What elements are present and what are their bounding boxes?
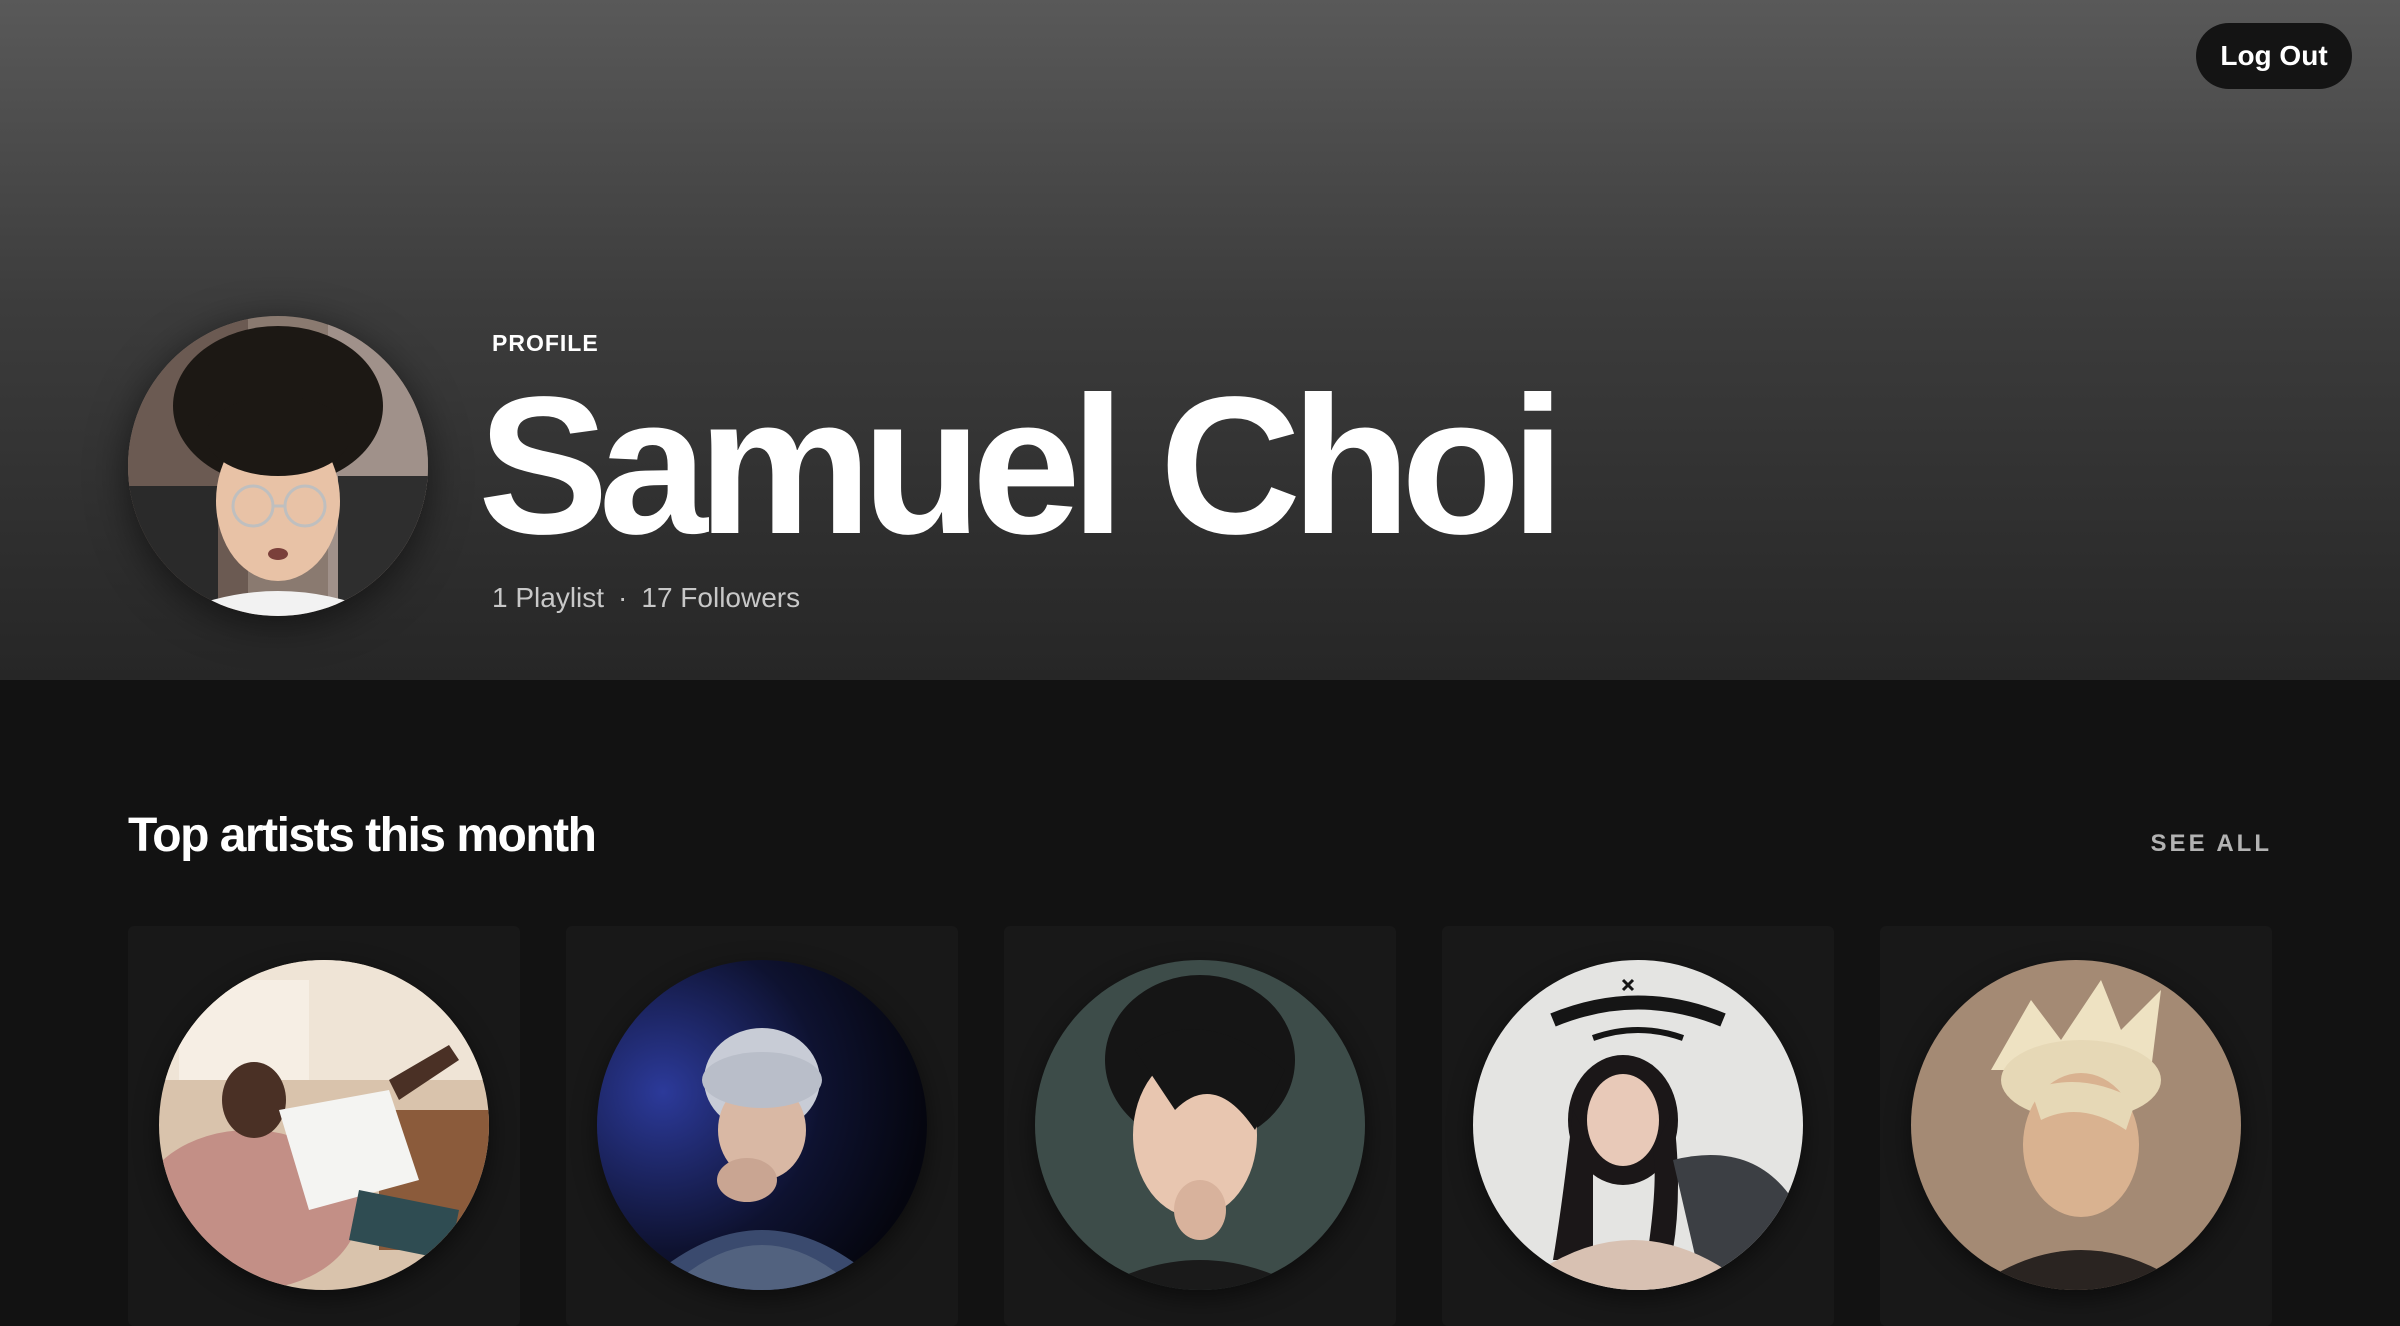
artist-image bbox=[597, 960, 927, 1290]
artist-image bbox=[1473, 960, 1803, 1290]
artist-card[interactable] bbox=[1004, 926, 1396, 1326]
artist-photo-reclining-man bbox=[159, 960, 489, 1290]
followers-count[interactable]: 17 Followers bbox=[641, 582, 800, 613]
artist-image bbox=[1035, 960, 1365, 1290]
playlist-count[interactable]: 1 Playlist bbox=[492, 582, 604, 613]
artist-card[interactable] bbox=[566, 926, 958, 1326]
artist-photo-blond-hair bbox=[1911, 960, 2241, 1290]
artist-image bbox=[159, 960, 489, 1290]
artist-grid bbox=[128, 926, 2272, 1326]
artist-image bbox=[1911, 960, 2241, 1290]
see-all-link[interactable]: SEE ALL bbox=[2151, 830, 2272, 858]
artist-card[interactable] bbox=[1442, 926, 1834, 1326]
artist-card[interactable] bbox=[1880, 926, 2272, 1326]
artist-photo-dark-hair-teal bbox=[1035, 960, 1365, 1290]
artist-card[interactable] bbox=[128, 926, 520, 1326]
profile-name: Samuel Choi bbox=[478, 356, 1565, 575]
profile-stats: 1 Playlist · 17 Followers bbox=[492, 582, 800, 614]
artist-photo-silver-hair-blue bbox=[597, 960, 927, 1290]
logout-button[interactable]: Log Out bbox=[2196, 23, 2352, 89]
profile-type-label: PROFILE bbox=[492, 330, 599, 356]
profile-photo bbox=[128, 316, 428, 616]
artist-photo-lowlife-princess bbox=[1473, 960, 1803, 1290]
section-title: Top artists this month bbox=[128, 809, 597, 862]
profile-avatar[interactable] bbox=[128, 316, 428, 616]
stats-separator: · bbox=[618, 582, 628, 613]
